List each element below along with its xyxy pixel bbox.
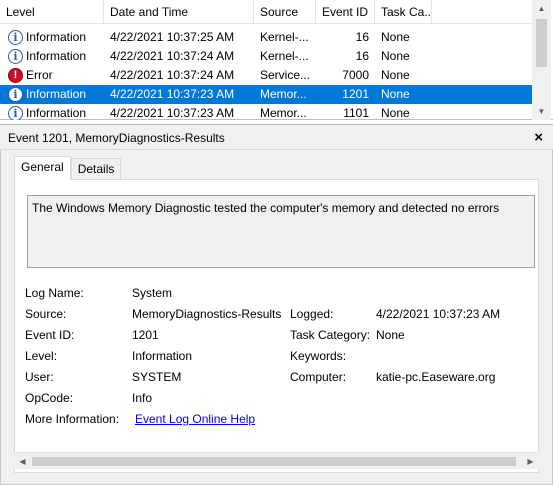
information-icon: i xyxy=(8,87,23,102)
source-label: Source: xyxy=(25,307,67,321)
scroll-right-arrow-icon[interactable]: ▶ xyxy=(522,453,539,470)
event-source-cell: Kernel-... xyxy=(260,30,309,44)
close-icon[interactable]: × xyxy=(534,125,543,151)
scroll-left-arrow-icon[interactable]: ◀ xyxy=(14,453,31,470)
source-value[interactable]: MemoryDiagnostics-Results xyxy=(132,307,281,321)
event-id-cell: 1201 xyxy=(342,87,369,101)
user-value[interactable]: SYSTEM xyxy=(132,370,181,384)
event-level-text: Information xyxy=(26,49,87,63)
event-id-cell: 16 xyxy=(355,30,369,44)
scroll-thumb-horizontal[interactable] xyxy=(32,457,516,466)
opcode-label: OpCode: xyxy=(25,391,74,405)
event-rows: i Information 4/22/2021 10:37:25 AM Kernel-… xyxy=(0,28,532,120)
event-level-text: Information xyxy=(26,30,87,44)
event-detail-header: Event 1201, MemoryDiagnostics-Results × xyxy=(0,124,553,150)
level-value[interactable]: Information xyxy=(132,349,192,363)
event-date-cell: 4/22/2021 10:37:23 AM xyxy=(110,106,235,120)
scroll-up-arrow-icon[interactable]: ▲ xyxy=(532,0,551,17)
event-list[interactable]: Level Date and Time Source Event ID Task… xyxy=(0,0,553,120)
event-level-cell: ! Error xyxy=(0,66,104,85)
event-date-cell: 4/22/2021 10:37:24 AM xyxy=(110,68,235,82)
tab-general[interactable]: General xyxy=(14,156,71,180)
event-id-cell: 16 xyxy=(355,49,369,63)
event-id-value[interactable]: 1201 xyxy=(132,328,159,342)
event-source-cell: Service... xyxy=(260,68,311,82)
column-header-level[interactable]: Level xyxy=(0,0,104,24)
event-level-text: Information xyxy=(26,106,87,120)
event-id-cell: 7000 xyxy=(342,68,369,82)
event-date-cell: 4/22/2021 10:37:23 AM xyxy=(110,87,235,101)
event-list-header: Level Date and Time Source Event ID Task… xyxy=(0,0,532,24)
event-log-online-help-link[interactable]: Event Log Online Help xyxy=(135,412,255,426)
event-source-cell: Memor... xyxy=(260,106,307,120)
event-id-label: Event ID: xyxy=(25,328,75,342)
more-information-label: More Information: xyxy=(25,412,120,426)
detail-tabs: General Details xyxy=(14,156,122,180)
event-source-cell: Kernel-... xyxy=(260,49,309,63)
keywords-label: Keywords: xyxy=(290,349,347,363)
event-row[interactable]: i Information 4/22/2021 10:37:25 AM Kernel-… xyxy=(0,28,532,47)
task-category-value[interactable]: None xyxy=(376,328,405,342)
event-row[interactable]: ! Error 4/22/2021 10:37:24 AM Service... 700… xyxy=(0,66,532,85)
user-label: User: xyxy=(25,370,54,384)
event-level-text: Error xyxy=(26,68,53,82)
list-vertical-scrollbar[interactable]: ▲ ▼ xyxy=(532,0,551,120)
tab-details[interactable]: Details xyxy=(70,158,122,180)
information-icon: i xyxy=(8,106,23,120)
computer-value[interactable]: katie-pc.Easeware.org xyxy=(376,370,495,384)
event-task-cell: None xyxy=(381,106,410,120)
event-level-cell: i Information xyxy=(0,104,104,120)
event-row[interactable]: i Information 4/22/2021 10:37:23 AM Memor..… xyxy=(0,104,532,120)
event-level-cell: i Information xyxy=(0,28,104,47)
scroll-thumb[interactable] xyxy=(536,19,547,67)
event-level-text: Information xyxy=(26,87,87,101)
error-icon: ! xyxy=(8,68,23,83)
column-header-source[interactable]: Source xyxy=(254,0,316,24)
event-task-cell: None xyxy=(381,87,410,101)
event-detail-title: Event 1201, MemoryDiagnostics-Results xyxy=(8,131,225,145)
level-label: Level: xyxy=(25,349,58,363)
task-category-label: Task Category: xyxy=(290,328,371,342)
information-icon: i xyxy=(8,30,23,45)
event-row[interactable]: i Information 4/22/2021 10:37:23 AM Memor..… xyxy=(0,85,532,104)
column-header-date[interactable]: Date and Time xyxy=(104,0,254,24)
event-date-cell: 4/22/2021 10:37:24 AM xyxy=(110,49,235,63)
information-icon: i xyxy=(8,49,23,64)
column-header-task-category[interactable]: Task Ca... xyxy=(375,0,432,24)
event-row[interactable]: i Information 4/22/2021 10:37:24 AM Kernel-… xyxy=(0,47,532,66)
event-level-cell: i Information xyxy=(0,85,104,104)
event-id-cell: 1101 xyxy=(343,106,369,120)
opcode-value[interactable]: Info xyxy=(132,391,152,405)
event-task-cell: None xyxy=(381,49,410,63)
log-name-value[interactable]: System xyxy=(132,286,172,300)
event-message-box[interactable]: The Windows Memory Diagnostic tested the… xyxy=(27,195,535,268)
event-source-cell: Memor... xyxy=(260,87,307,101)
detail-horizontal-scrollbar[interactable]: ◀ ▶ xyxy=(14,452,539,469)
scroll-down-arrow-icon[interactable]: ▼ xyxy=(532,103,551,120)
event-task-cell: None xyxy=(381,30,410,44)
logged-value[interactable]: 4/22/2021 10:37:23 AM xyxy=(376,307,500,321)
logged-label: Logged: xyxy=(290,307,334,321)
column-header-event-id[interactable]: Event ID xyxy=(316,0,375,24)
event-level-cell: i Information xyxy=(0,47,104,66)
event-task-cell: None xyxy=(381,68,410,82)
event-date-cell: 4/22/2021 10:37:25 AM xyxy=(110,30,235,44)
computer-label: Computer: xyxy=(290,370,347,384)
log-name-label: Log Name: xyxy=(25,286,84,300)
